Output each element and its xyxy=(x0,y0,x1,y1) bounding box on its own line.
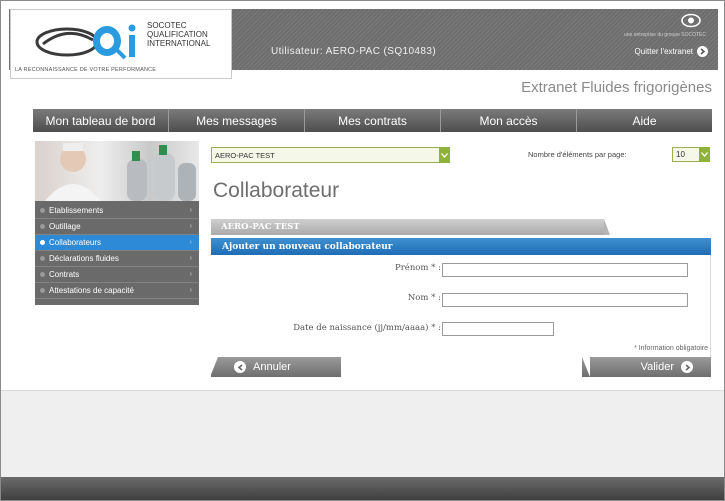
bullet-icon xyxy=(40,288,45,293)
sidebar-item-label: Collaborateurs xyxy=(49,238,102,247)
required-note: * Information obligatoire xyxy=(634,345,708,352)
first-name-input[interactable] xyxy=(442,263,688,277)
main-nav: Mon tableau de bord Mes messages Mes con… xyxy=(33,109,712,132)
cancel-button[interactable]: Annuler xyxy=(210,357,341,377)
logo-line-3: INTERNATIONAL xyxy=(147,39,211,48)
footer-bar xyxy=(1,477,724,500)
last-name-label: Nom * : xyxy=(407,293,441,303)
last-name-input[interactable] xyxy=(442,293,688,307)
nav-access[interactable]: Mon accès xyxy=(441,109,577,132)
sidebar-item-label: Etablissements xyxy=(49,206,104,215)
per-page-value: 10 xyxy=(676,150,685,159)
nav-messages[interactable]: Mes messages xyxy=(169,109,305,132)
first-name-label: Prénom * : xyxy=(395,263,441,273)
organization-tab: AERO-PAC TEST xyxy=(211,219,610,235)
sidebar-item-outillage[interactable]: Outillage › xyxy=(35,219,199,235)
sidebar-item-label: Outillage xyxy=(49,222,81,231)
sidebar-photo xyxy=(35,141,199,201)
header-bar: SOCOTEC QUALIFICATION INTERNATIONAL LA R… xyxy=(9,9,718,79)
chevron-right-icon: › xyxy=(189,207,192,214)
current-user: Utilisateur: AERO-PAC (SQ10483) xyxy=(271,46,437,57)
birth-date-label: Date de naissance (jj/mm/aaaa) * : xyxy=(293,323,441,333)
organization-select-value: AERO-PAC TEST xyxy=(215,150,275,160)
arrow-right-icon xyxy=(681,361,693,373)
submit-button[interactable]: Valider xyxy=(582,357,711,377)
nav-dashboard[interactable]: Mon tableau de bord xyxy=(33,109,169,132)
bullet-icon xyxy=(40,208,45,213)
sidebar-menu: Etablissements › Outillage › Collaborate… xyxy=(35,201,199,305)
organization-select[interactable]: AERO-PAC TEST xyxy=(211,147,450,163)
submit-label: Valider xyxy=(640,361,674,373)
sidebar-item-etablissements[interactable]: Etablissements › xyxy=(35,203,199,219)
socotec-eye-icon xyxy=(681,13,701,28)
logo-line-2: QUALIFICATION xyxy=(147,30,208,39)
sidebar-item-declarations[interactable]: Déclarations fluides › xyxy=(35,251,199,267)
bullet-icon xyxy=(40,272,45,277)
sidebar-item-attestations[interactable]: Attestations de capacité › xyxy=(35,283,199,299)
sidebar-item-collaborateurs[interactable]: Collaborateurs › xyxy=(35,235,199,251)
chevron-right-icon: › xyxy=(189,287,192,294)
site-title: Extranet Fluides frigorigènes xyxy=(521,79,712,96)
chevron-down-icon xyxy=(439,147,450,163)
logout-link[interactable]: Quitter l'extranet xyxy=(635,46,708,57)
per-page-label: Nombre d'éléments par page: xyxy=(528,150,627,159)
nav-help[interactable]: Aide xyxy=(577,109,712,132)
logout-label: Quitter l'extranet xyxy=(634,47,693,56)
logo[interactable]: SOCOTEC QUALIFICATION INTERNATIONAL LA R… xyxy=(10,9,232,79)
arrow-right-icon xyxy=(697,46,708,57)
sidebar-item-label: Contrats xyxy=(49,270,80,279)
chevron-down-icon xyxy=(699,147,710,162)
bullet-icon xyxy=(40,240,45,245)
add-collaborator-form: Prénom * : Nom * : Date de naissance (jj… xyxy=(211,255,711,357)
chevron-right-icon: › xyxy=(189,223,192,230)
page-frame: SOCOTEC QUALIFICATION INTERNATIONAL LA R… xyxy=(0,0,725,501)
per-page-select[interactable]: 10 xyxy=(672,147,710,162)
birth-date-input[interactable] xyxy=(442,322,554,336)
arrow-left-icon xyxy=(234,361,246,373)
chevron-right-icon: › xyxy=(189,255,192,262)
content-bottom-band xyxy=(1,390,724,477)
logo-tagline: LA RECONNAISSANCE DE VOTRE PERFORMANCE xyxy=(15,67,157,73)
chevron-right-icon: › xyxy=(189,271,192,278)
nav-contracts[interactable]: Mes contrats xyxy=(305,109,441,132)
form-title: Ajouter un nouveau collaborateur xyxy=(211,238,711,255)
sidebar-item-label: Attestations de capacité xyxy=(49,286,134,295)
socotec-logo-mark xyxy=(35,24,136,60)
logo-text: SOCOTEC QUALIFICATION INTERNATIONAL xyxy=(147,21,210,48)
logo-line-1: SOCOTEC xyxy=(147,21,187,30)
page-title: Collaborateur xyxy=(213,179,340,202)
chevron-right-icon: › xyxy=(189,239,192,246)
cancel-label: Annuler xyxy=(253,361,291,373)
sidebar-item-contrats[interactable]: Contrats › xyxy=(35,267,199,283)
sidebar-item-label: Déclarations fluides xyxy=(49,254,119,263)
bullet-icon xyxy=(40,224,45,229)
group-tagline: une entreprise du groupe SOCOTEC xyxy=(624,32,706,38)
bullet-icon xyxy=(40,256,45,261)
